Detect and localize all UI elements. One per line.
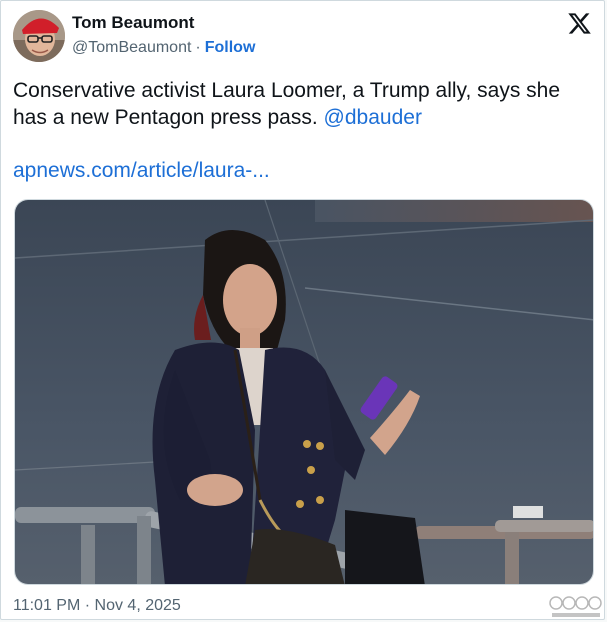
author-handle[interactable]: @TomBeaumont: [72, 39, 191, 56]
x-logo-icon[interactable]: [567, 11, 592, 36]
mention-link[interactable]: @dbauder: [324, 106, 422, 129]
author-handle-row: @TomBeaumont · Follow: [72, 39, 255, 57]
watermark-icon: [549, 596, 602, 617]
author-name[interactable]: Tom Beaumont: [72, 13, 194, 33]
photo-image: [15, 200, 593, 584]
tweet-photo[interactable]: [14, 199, 594, 585]
person-avatar-icon: [13, 10, 65, 62]
author-avatar[interactable]: [13, 10, 65, 62]
tweet-text: Conservative activist Laura Loomer, a Tr…: [13, 77, 593, 131]
article-link[interactable]: apnews.com/article/laura-...: [13, 159, 270, 183]
separator-dot: ·: [195, 39, 201, 56]
tweet-card: Tom Beaumont @TomBeaumont · Follow Conserv…: [0, 0, 605, 620]
tweet-body: Conservative activist Laura Loomer, a Tr…: [13, 79, 561, 129]
tweet-timestamp[interactable]: 11:01 PM · Nov 4, 2025: [13, 597, 181, 615]
follow-button[interactable]: Follow: [205, 39, 256, 56]
